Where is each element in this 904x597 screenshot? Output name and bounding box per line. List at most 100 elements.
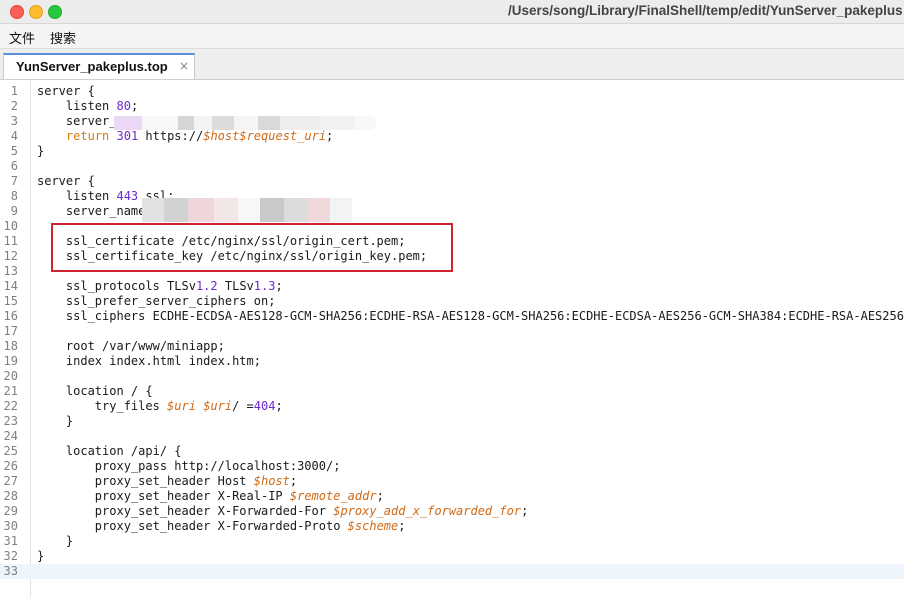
line-number: 6: [10, 159, 18, 173]
code-line[interactable]: 17: [0, 324, 904, 339]
code-token: index index.html index.htm;: [37, 354, 261, 368]
code-token: server_: [37, 114, 117, 128]
code-text: root /var/www/miniapp;: [37, 339, 225, 354]
code-line[interactable]: 16 ssl_ciphers ECDHE-ECDSA-AES128-GCM-SH…: [0, 309, 904, 324]
line-number: 29: [3, 504, 18, 518]
code-text: proxy_set_header X-Real-IP $remote_addr;: [37, 489, 384, 504]
line-number: 27: [3, 474, 18, 488]
code-line[interactable]: 14 ssl_protocols TLSv1.2 TLSv1.3;: [0, 279, 904, 294]
code-line[interactable]: 24: [0, 429, 904, 444]
code-token: }: [37, 549, 45, 563]
line-number: 8: [10, 189, 18, 203]
code-line[interactable]: 9 server_name: [0, 204, 904, 219]
code-token: 80: [116, 99, 131, 113]
code-text: server {: [37, 84, 95, 99]
line-number: 15: [3, 294, 18, 308]
code-token: root /var/www/miniapp;: [37, 339, 225, 353]
code-line[interactable]: 22 try_files $uri $uri/ =404;: [0, 399, 904, 414]
code-token: ;: [275, 279, 283, 293]
code-token: ;: [398, 519, 406, 533]
code-token: listen: [37, 189, 117, 203]
code-line[interactable]: 32}: [0, 549, 904, 564]
code-line[interactable]: 11 ssl_certificate /etc/nginx/ssl/origin…: [0, 234, 904, 249]
code-line[interactable]: 1 server {: [0, 84, 904, 99]
minimize-window-button[interactable]: [29, 5, 43, 19]
code-token: https://: [138, 129, 204, 143]
code-text: index index.html index.htm;: [37, 354, 261, 369]
line-number: 3: [10, 114, 18, 128]
line-number: 20: [3, 369, 18, 383]
code-line[interactable]: 20: [0, 369, 904, 384]
code-line[interactable]: 8 listen 443 ssl;: [0, 189, 904, 204]
code-line[interactable]: 6: [0, 159, 904, 174]
code-token: proxy_pass http://localhost:3000/;: [37, 459, 341, 473]
code-line[interactable]: 21 location / {: [0, 384, 904, 399]
tab-yunserver-pakeplus[interactable]: YunServer_pakeplus.top ×: [3, 53, 195, 79]
code-line[interactable]: 25 location /api/ {: [0, 444, 904, 459]
window-title: /Users/song/Library/FinalShell/temp/edit…: [508, 3, 903, 18]
code-token: try_files: [37, 399, 168, 413]
code-token: server_name: [37, 204, 146, 218]
code-token: / =: [232, 399, 254, 413]
code-line[interactable]: 27 proxy_set_header Host $host;: [0, 474, 904, 489]
code-text: ssl_protocols TLSv1.2 TLSv1.3;: [37, 279, 283, 294]
code-text: proxy_set_header Host $host;: [37, 474, 297, 489]
code-token: $scheme: [347, 519, 399, 533]
code-line[interactable]: 2 listen 80;: [0, 99, 904, 114]
code-line[interactable]: 7 server {: [0, 174, 904, 189]
code-token: $host$request_uri: [203, 129, 327, 143]
code-token: listen: [37, 99, 117, 113]
code-line[interactable]: 23 }: [0, 414, 904, 429]
code-line[interactable]: 33: [0, 564, 904, 579]
line-number: 25: [3, 444, 18, 458]
close-window-button[interactable]: [10, 5, 24, 19]
line-number: 32: [3, 549, 18, 563]
zoom-window-button[interactable]: [48, 5, 62, 19]
code-token: 1.3: [253, 279, 276, 293]
code-line[interactable]: 28 proxy_set_header X-Real-IP $remote_ad…: [0, 489, 904, 504]
code-text: }: [37, 144, 44, 159]
code-line[interactable]: 10: [0, 219, 904, 234]
line-number: 21: [3, 384, 18, 398]
code-token: proxy_set_header X-Real-IP: [37, 489, 290, 503]
code-token: ssl_certificate /etc/nginx/ssl/origin_ce…: [37, 234, 406, 248]
line-number: 22: [3, 399, 18, 413]
code-token: }: [37, 144, 45, 158]
line-number: 13: [3, 264, 18, 278]
code-line[interactable]: 31 }: [0, 534, 904, 549]
code-editor[interactable]: 1 server {2 listen 80; 3 server_ 4 return 3…: [0, 80, 904, 597]
code-line[interactable]: 18 root /var/www/miniapp;: [0, 339, 904, 354]
code-token: ;: [326, 129, 334, 143]
code-line[interactable]: 26 proxy_pass http://localhost:3000/;: [0, 459, 904, 474]
code-token: 1.2: [195, 279, 218, 293]
code-line[interactable]: 15 ssl_prefer_server_ciphers on;: [0, 294, 904, 309]
code-line[interactable]: 13: [0, 264, 904, 279]
code-line[interactable]: 12 ssl_certificate_key /etc/nginx/ssl/or…: [0, 249, 904, 264]
code-line[interactable]: 30 proxy_set_header X-Forwarded-Proto $s…: [0, 519, 904, 534]
code-lines: 1 server {2 listen 80; 3 server_ 4 return 3…: [0, 84, 904, 579]
code-token: server {: [37, 84, 95, 98]
tab-label: YunServer_pakeplus.top: [16, 59, 168, 74]
code-line[interactable]: 29 proxy_set_header X-Forwarded-For $pro…: [0, 504, 904, 519]
line-number: 7: [10, 174, 18, 188]
tab-close-icon[interactable]: ×: [179, 59, 189, 73]
code-token: location /api/ {: [37, 444, 182, 458]
code-token: ;: [521, 504, 529, 518]
code-text: server_: [37, 114, 117, 129]
line-number: 11: [3, 234, 18, 248]
code-token: ;: [289, 474, 298, 488]
code-text: }: [37, 414, 73, 429]
code-token: 443: [116, 189, 139, 203]
code-token: }: [37, 534, 74, 548]
code-line[interactable]: 19 index index.html index.htm;: [0, 354, 904, 369]
code-text: proxy_set_header X-Forwarded-For $proxy_…: [37, 504, 529, 519]
code-token: ssl_ciphers ECDHE-ECDSA-AES128-GCM-SHA25…: [37, 309, 904, 323]
line-number: 1: [10, 84, 18, 98]
menu-search[interactable]: 搜索: [50, 28, 76, 47]
code-token: }: [37, 414, 74, 428]
code-line[interactable]: 4 return 301 https://$host$request_uri;: [0, 129, 904, 144]
code-text: location /api/ {: [37, 444, 182, 459]
code-text: }: [37, 549, 44, 564]
menu-file[interactable]: 文件: [9, 28, 35, 47]
code-line[interactable]: 5}: [0, 144, 904, 159]
